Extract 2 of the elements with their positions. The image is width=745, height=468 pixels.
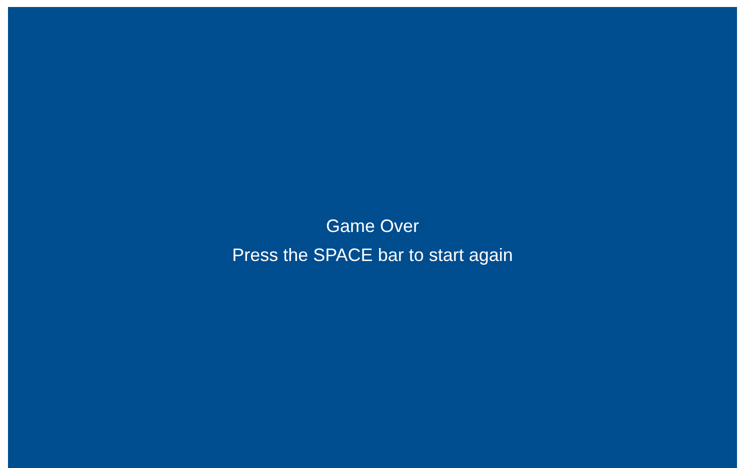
game-over-title: Game Over [326, 215, 420, 238]
restart-message: Press the SPACE bar to start again [232, 244, 513, 267]
